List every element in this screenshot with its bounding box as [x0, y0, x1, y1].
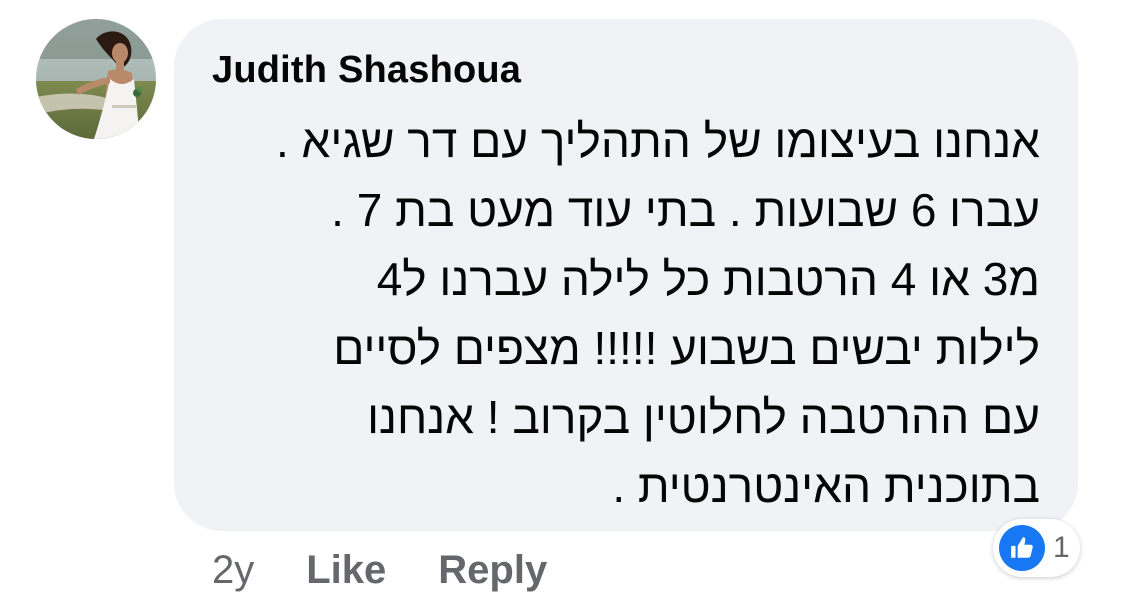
- comment-bubble: Judith Shashoua אנחנו בעיצומו של התהליך …: [174, 19, 1078, 531]
- thumbs-up-icon: [999, 525, 1045, 571]
- comment-line: עברו 6 שבועות . בתי עוד מעט בת 7 .: [331, 184, 1040, 236]
- comment-text: אנחנו בעיצומו של התהליך עם דר שגיא . עבר…: [240, 107, 1040, 521]
- comment-author[interactable]: Judith Shashoua: [212, 49, 521, 92]
- comment-timestamp[interactable]: 2y: [212, 548, 254, 593]
- comment-actions: 2y Like Reply: [212, 540, 547, 600]
- comment-line: בתוכנית האינטרנטית .: [612, 460, 1040, 512]
- avatar[interactable]: [36, 19, 156, 139]
- like-button[interactable]: Like: [306, 548, 386, 593]
- comment-line: אנחנו בעיצומו של התהליך עם דר שגיא .: [275, 115, 1040, 167]
- avatar-photo: [36, 19, 156, 139]
- comment-line: לילות יבשים בשבוע !!!!! מצפים לסיים: [333, 322, 1040, 374]
- comment-line: עם ההרטבה לחלוטין בקרוב ! אנחנו: [367, 391, 1040, 443]
- reaction-count: 1: [1053, 531, 1070, 564]
- comment-line: מ3 או 4 הרטבות כל לילה עברנו ל4: [376, 253, 1040, 305]
- reply-button[interactable]: Reply: [438, 548, 547, 593]
- comment-thread: Judith Shashoua אנחנו בעיצומו של התהליך …: [0, 0, 1125, 615]
- reaction-summary[interactable]: 1: [993, 519, 1080, 577]
